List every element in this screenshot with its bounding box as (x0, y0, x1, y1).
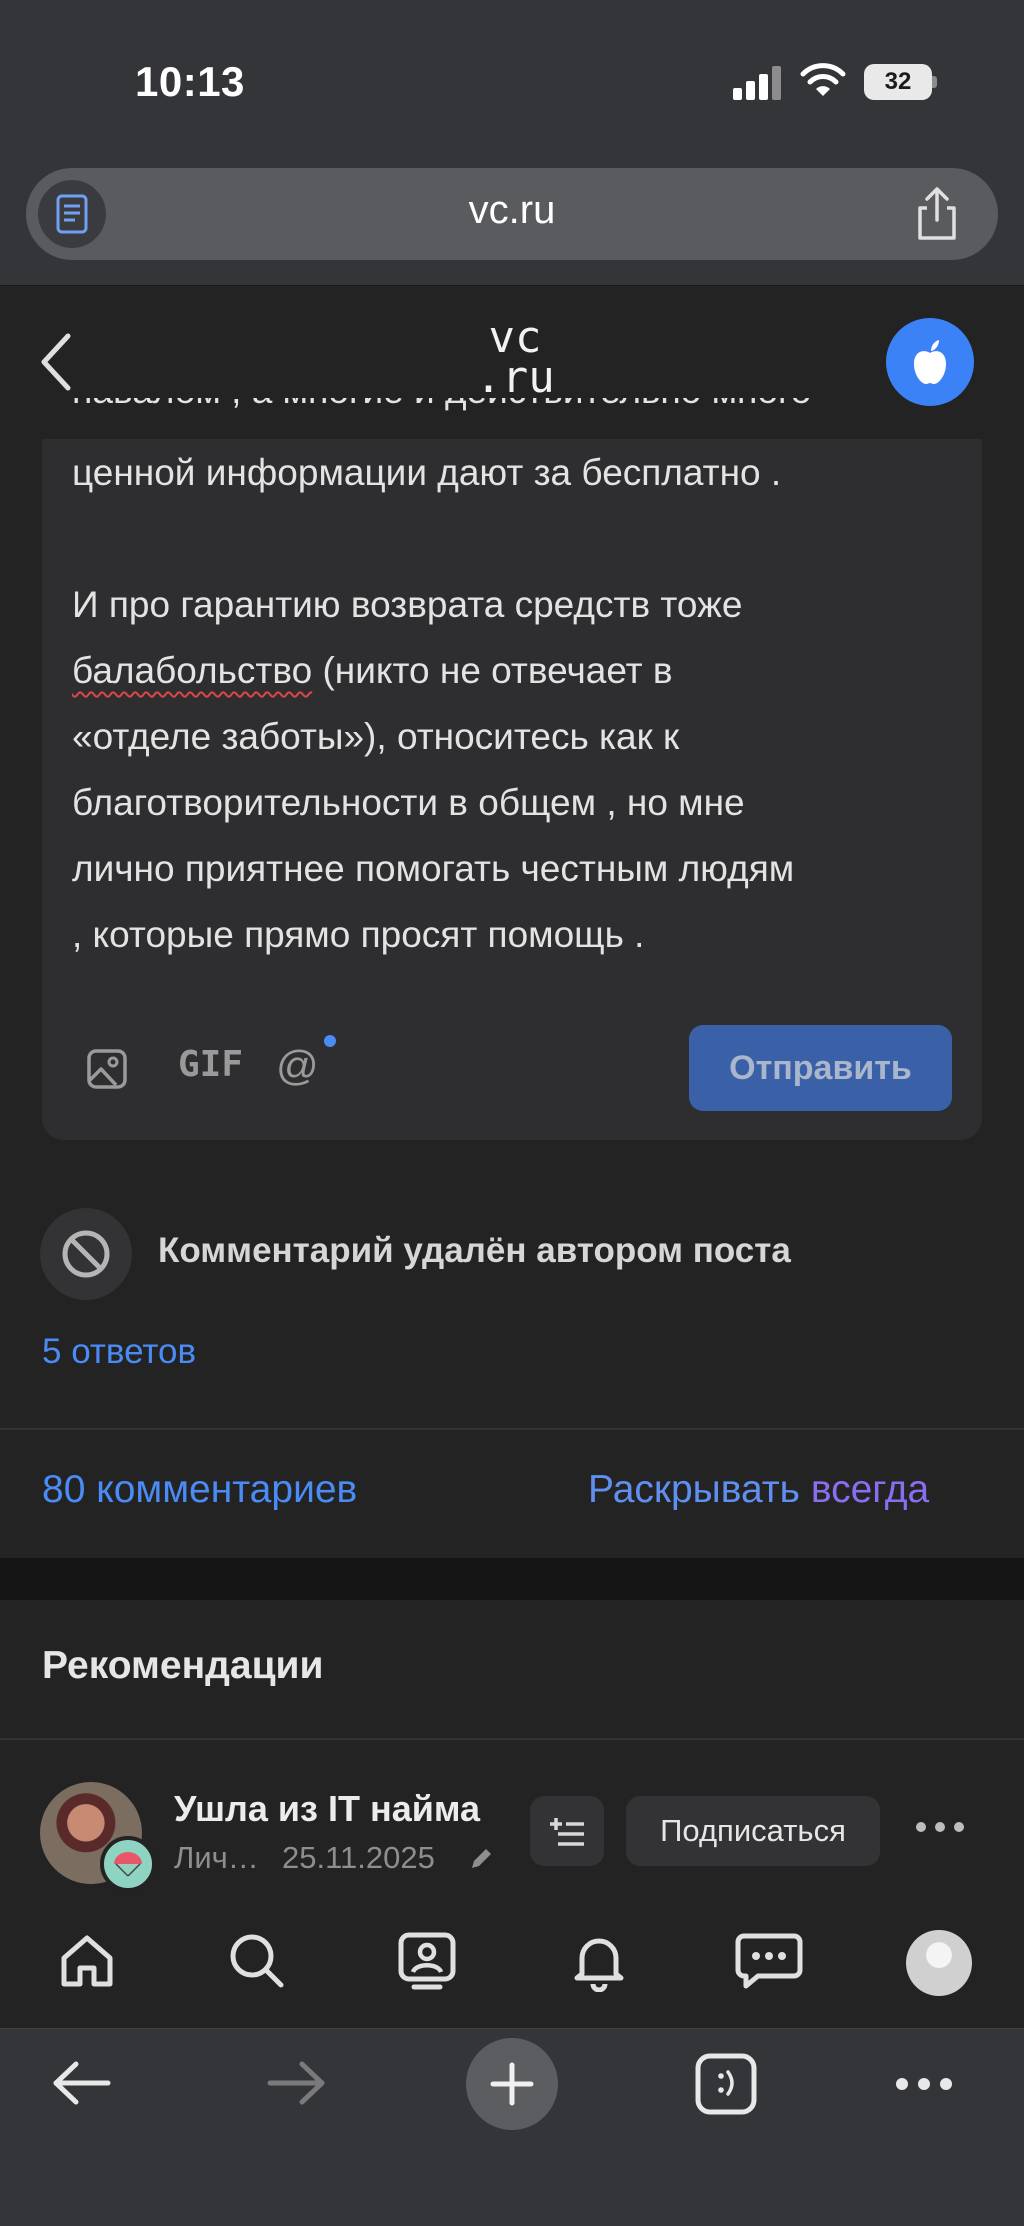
gif-button[interactable]: GIF (178, 1044, 243, 1085)
parachute-icon (114, 1852, 142, 1877)
expand-always-link[interactable]: Раскрывать всегда (588, 1468, 929, 1512)
mention-indicator-dot (324, 1035, 336, 1047)
subscribe-button[interactable]: Подписаться (626, 1796, 880, 1866)
replies-link[interactable]: 5 ответов (42, 1332, 196, 1372)
back-arrow-icon[interactable] (50, 2060, 112, 2106)
battery-indicator: 32 (864, 64, 932, 100)
expand-label-part2: всегда (810, 1468, 930, 1511)
post-date: 25.11.2025 (282, 1840, 435, 1875)
author-name[interactable]: Ушла из IT найма (174, 1788, 480, 1830)
forward-arrow-icon[interactable] (266, 2060, 328, 2106)
expand-label-part1: Раскрывать (588, 1468, 811, 1511)
wifi-icon (800, 63, 846, 96)
app-bottom-nav (0, 1900, 1024, 2028)
cellular-signal-icon (733, 66, 783, 100)
apple-icon (914, 340, 946, 384)
status-time: 10:13 (135, 58, 245, 105)
author-subsite[interactable]: Лич… (174, 1840, 259, 1876)
more-icon[interactable] (894, 2076, 954, 2092)
image-attach-icon[interactable] (86, 1048, 128, 1090)
community-badge (100, 1836, 156, 1892)
draft-line-rest: (никто не отвечает в (312, 650, 673, 691)
draft-line: благотворительности в общем , но мне (72, 782, 745, 823)
misspelled-word[interactable]: балабольство (72, 650, 312, 691)
logo-bottom: .ru (475, 352, 555, 403)
notifications-bell-icon[interactable] (568, 1930, 630, 1992)
comments-count-link[interactable]: 80 комментариев (42, 1468, 357, 1512)
add-to-feed-button[interactable] (530, 1796, 604, 1866)
send-button[interactable]: Отправить (689, 1025, 952, 1111)
recommendations-title: Рекомендации (42, 1644, 324, 1687)
blocked-icon (62, 1230, 110, 1278)
draft-line: балабольство (никто не отвечает в (72, 638, 972, 704)
draft-line: , которые прямо просят помощь . (72, 914, 645, 955)
profile-avatar[interactable] (906, 1930, 972, 1996)
more-options-icon[interactable] (914, 1820, 966, 1834)
pencil-icon (472, 1849, 491, 1868)
deleted-comment-avatar (40, 1208, 132, 1300)
search-icon[interactable] (226, 1930, 288, 1992)
new-tab-button[interactable] (466, 2038, 558, 2130)
mention-button[interactable]: @ (276, 1042, 319, 1090)
battery-tip (932, 76, 937, 88)
url-text[interactable]: vc.ru (0, 188, 1024, 233)
new-tab-plus-icon (490, 2062, 534, 2106)
list-add-icon (550, 1818, 584, 1846)
draft-line: лично приятнее помогать честным людям (72, 848, 795, 889)
draft-line: «отделе заботы»), относитесь как к (72, 716, 680, 757)
deleted-comment-text: Комментарий удалён автором поста (158, 1231, 791, 1270)
back-chevron-icon[interactable] (38, 330, 74, 394)
comment-draft-text[interactable]: ценной информации дают за бесплатно . И … (72, 440, 972, 968)
draft-line: ценной информации дают за бесплатно . (72, 452, 782, 493)
vc-ru-logo[interactable]: vc .ru (470, 316, 560, 403)
tabs-icon[interactable] (694, 2052, 758, 2116)
profile-card-icon[interactable] (396, 1930, 458, 1992)
home-icon[interactable] (56, 1930, 118, 1992)
section-separator (0, 1558, 1024, 1600)
draft-line: И про гарантию возврата средств тоже (72, 584, 743, 625)
divider (0, 1738, 1024, 1740)
user-avatar-button[interactable] (886, 318, 974, 406)
messages-icon[interactable] (734, 1930, 804, 1992)
draft-line-clipped: навалом , а многие и действительно много (72, 398, 972, 440)
share-icon[interactable] (912, 186, 962, 242)
